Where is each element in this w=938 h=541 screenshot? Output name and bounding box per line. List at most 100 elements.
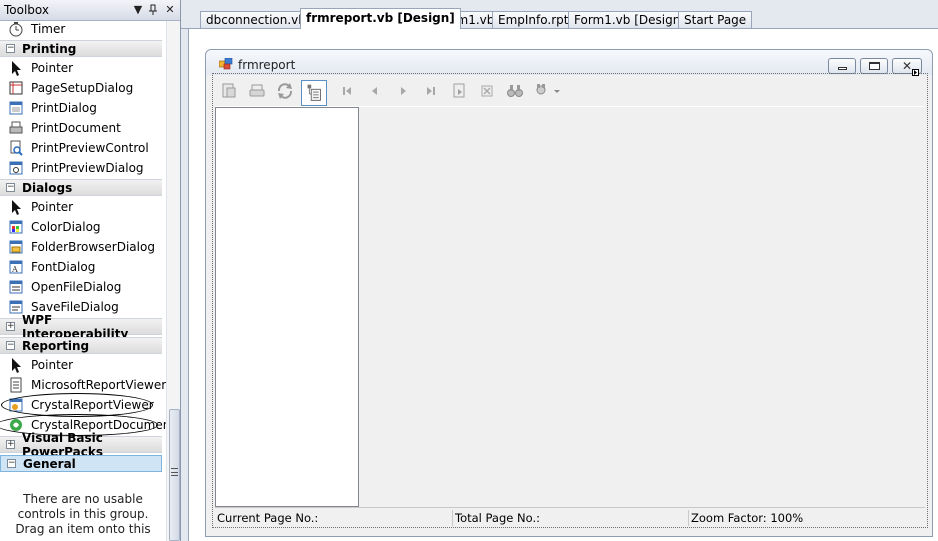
report-viewer-icon [10, 377, 22, 393]
expand-icon[interactable]: + [6, 322, 15, 331]
annotation-ellipse-document [0, 414, 158, 436]
tab-start-page[interactable]: Start Page [678, 11, 753, 29]
refresh-icon[interactable] [275, 81, 295, 101]
toolbox-item-label: PrintPreviewControl [31, 141, 149, 155]
toggle-group-tree-icon[interactable] [301, 80, 327, 106]
toolbox-group-visual-basic-powerpacks[interactable]: + Visual Basic PowerPacks [0, 431, 162, 459]
export-report-icon[interactable] [219, 81, 239, 101]
zoom-dropdown-icon[interactable] [533, 81, 563, 101]
font-dialog-icon: A [9, 260, 23, 274]
collapse-icon[interactable]: − [6, 341, 15, 350]
toolbox-group-label: General [23, 456, 76, 471]
toolbox-item-pointer[interactable]: Pointer [0, 197, 166, 217]
form-frmreport[interactable]: frmreport ✕ Current Page No.: Total Page… [205, 49, 933, 537]
toolbox-item-pointer[interactable]: Pointer [0, 355, 166, 375]
stop-loading-icon[interactable] [477, 81, 497, 101]
print-report-icon[interactable] [247, 81, 267, 101]
pointer-icon [12, 200, 21, 215]
empty-group-message: There are no usable controls in this gro… [15, 492, 151, 536]
tab-frmreport-design[interactable]: frmreport.vb [Design] [300, 8, 461, 29]
toolbox-close-icon[interactable]: ✕ [163, 2, 177, 18]
pointer-icon [12, 358, 21, 373]
page-setup-icon [9, 81, 23, 95]
toolbox-item-printpreviewcontrol[interactable]: PrintPreviewControl [0, 138, 166, 158]
expand-icon[interactable]: + [6, 440, 15, 449]
form-title: frmreport [238, 58, 296, 72]
print-preview-dialog-icon [9, 161, 23, 175]
previous-page-icon[interactable] [365, 81, 385, 101]
form-icon [219, 58, 233, 70]
toolbox-item-printpreviewdialog[interactable]: PrintPreviewDialog [0, 158, 166, 178]
toolbox-item-microsoftreportviewer[interactable]: MicrosoftReportViewer [0, 375, 166, 395]
toolbox-item-label: PrintPreviewDialog [31, 161, 144, 175]
toolbox-item-colordialog[interactable]: ColorDialog [0, 217, 166, 237]
collapse-icon[interactable]: − [6, 44, 15, 53]
toolbox-item-pagesetupdialog[interactable]: PageSetupDialog [0, 78, 166, 98]
toolbox-group-dialogs[interactable]: − Dialogs [0, 179, 162, 196]
toolbox-item-printdialog[interactable]: PrintDialog [0, 98, 166, 118]
print-preview-control-icon [10, 140, 23, 156]
tab-form1-design[interactable]: Form1.vb [Design] [568, 11, 692, 29]
toolbox-group-printing[interactable]: − Printing [0, 40, 162, 57]
timer-icon [9, 22, 23, 37]
report-viewer-toolbar [215, 77, 925, 106]
toolbox-group-label: Dialogs [22, 180, 73, 195]
toolbox-group-reporting[interactable]: − Reporting [0, 337, 162, 354]
tab-empinfo-rpt[interactable]: EmpInfo.rpt [492, 11, 575, 29]
zoom-factor-status: Zoom Factor: 100% [691, 511, 804, 525]
report-viewer-body [215, 106, 925, 507]
group-tree-panel[interactable] [215, 107, 359, 507]
svg-text:A: A [11, 265, 18, 274]
toolbox-item-label: PrintDocument [31, 121, 121, 135]
toolbox-item-folderbrowserdialog[interactable]: FolderBrowserDialog [0, 237, 166, 257]
maximize-button[interactable] [860, 58, 888, 74]
toolbox-item-label: MicrosoftReportViewer [31, 378, 167, 392]
window-position-dropdown-icon[interactable]: ▼ [131, 2, 145, 18]
toolbox-item-pointer[interactable]: Pointer [0, 58, 166, 78]
next-page-icon[interactable] [393, 81, 413, 101]
toolbox-item-label: ColorDialog [31, 220, 101, 234]
color-dialog-icon [9, 220, 23, 234]
toolbox-item-openfiledialog[interactable]: OpenFileDialog [0, 277, 166, 297]
find-text-icon[interactable] [505, 81, 525, 101]
toolbox-item-fontdialog[interactable]: A FontDialog [0, 257, 166, 277]
toolbox-group-label: Reporting [22, 338, 90, 353]
first-page-icon[interactable] [337, 81, 357, 101]
collapse-icon[interactable]: − [6, 183, 15, 192]
toolbox-item-label: PageSetupDialog [31, 81, 134, 95]
toolbox-scrollbar[interactable] [166, 21, 180, 541]
open-file-icon [9, 280, 23, 294]
report-status-bar: Current Page No.: Total Page No.: Zoom F… [215, 507, 925, 526]
report-page-area[interactable] [359, 107, 925, 507]
toolbox-group-label: Printing [22, 41, 77, 56]
toolbox-group-general[interactable]: − General [0, 455, 162, 472]
toolbox-item-label: Pointer [31, 358, 74, 372]
toolbox-title: Toolbox [4, 3, 49, 17]
print-dialog-icon [9, 101, 23, 115]
collapse-icon[interactable]: − [7, 459, 16, 468]
folder-browser-icon [9, 240, 23, 254]
go-to-page-icon[interactable] [449, 81, 469, 101]
toolbox-group-wpf-interoperability[interactable]: + WPF Interoperability [0, 313, 162, 341]
toolbox-title-bar: Toolbox ▼ ✕ [0, 0, 180, 21]
scrollbar-grip-icon [171, 468, 178, 476]
toolbox-item-printdocument[interactable]: PrintDocument [0, 118, 166, 138]
current-page-status: Current Page No.: [215, 510, 453, 526]
toolbox-item-label: OpenFileDialog [31, 280, 122, 294]
toolbox-item-label: PrintDialog [31, 101, 97, 115]
minimize-button[interactable] [828, 58, 856, 74]
smart-tag-handle[interactable] [912, 69, 919, 76]
toolbox-panel: Toolbox ▼ ✕ Timer − Printing Pointer PageSet… [0, 0, 181, 541]
form-title-bar: frmreport ✕ [206, 50, 932, 75]
toolbox-item-label: Timer [31, 22, 66, 36]
scrollbar-thumb[interactable] [169, 409, 180, 541]
toolbox-item-label: FontDialog [31, 260, 96, 274]
tab-dbconnection[interactable]: dbconnection.vb [200, 11, 312, 29]
toolbox-item-timer[interactable]: Timer [0, 19, 166, 39]
toolbox-item-label: Pointer [31, 61, 74, 75]
total-page-status: Total Page No.: [453, 510, 689, 526]
last-page-icon[interactable] [421, 81, 441, 101]
editor-tab-strip: dbconnection.vb frmreport.vb [Design] Fo… [181, 0, 938, 29]
toolbox-item-label: FolderBrowserDialog [31, 240, 155, 254]
autohide-pin-icon[interactable] [146, 2, 160, 18]
